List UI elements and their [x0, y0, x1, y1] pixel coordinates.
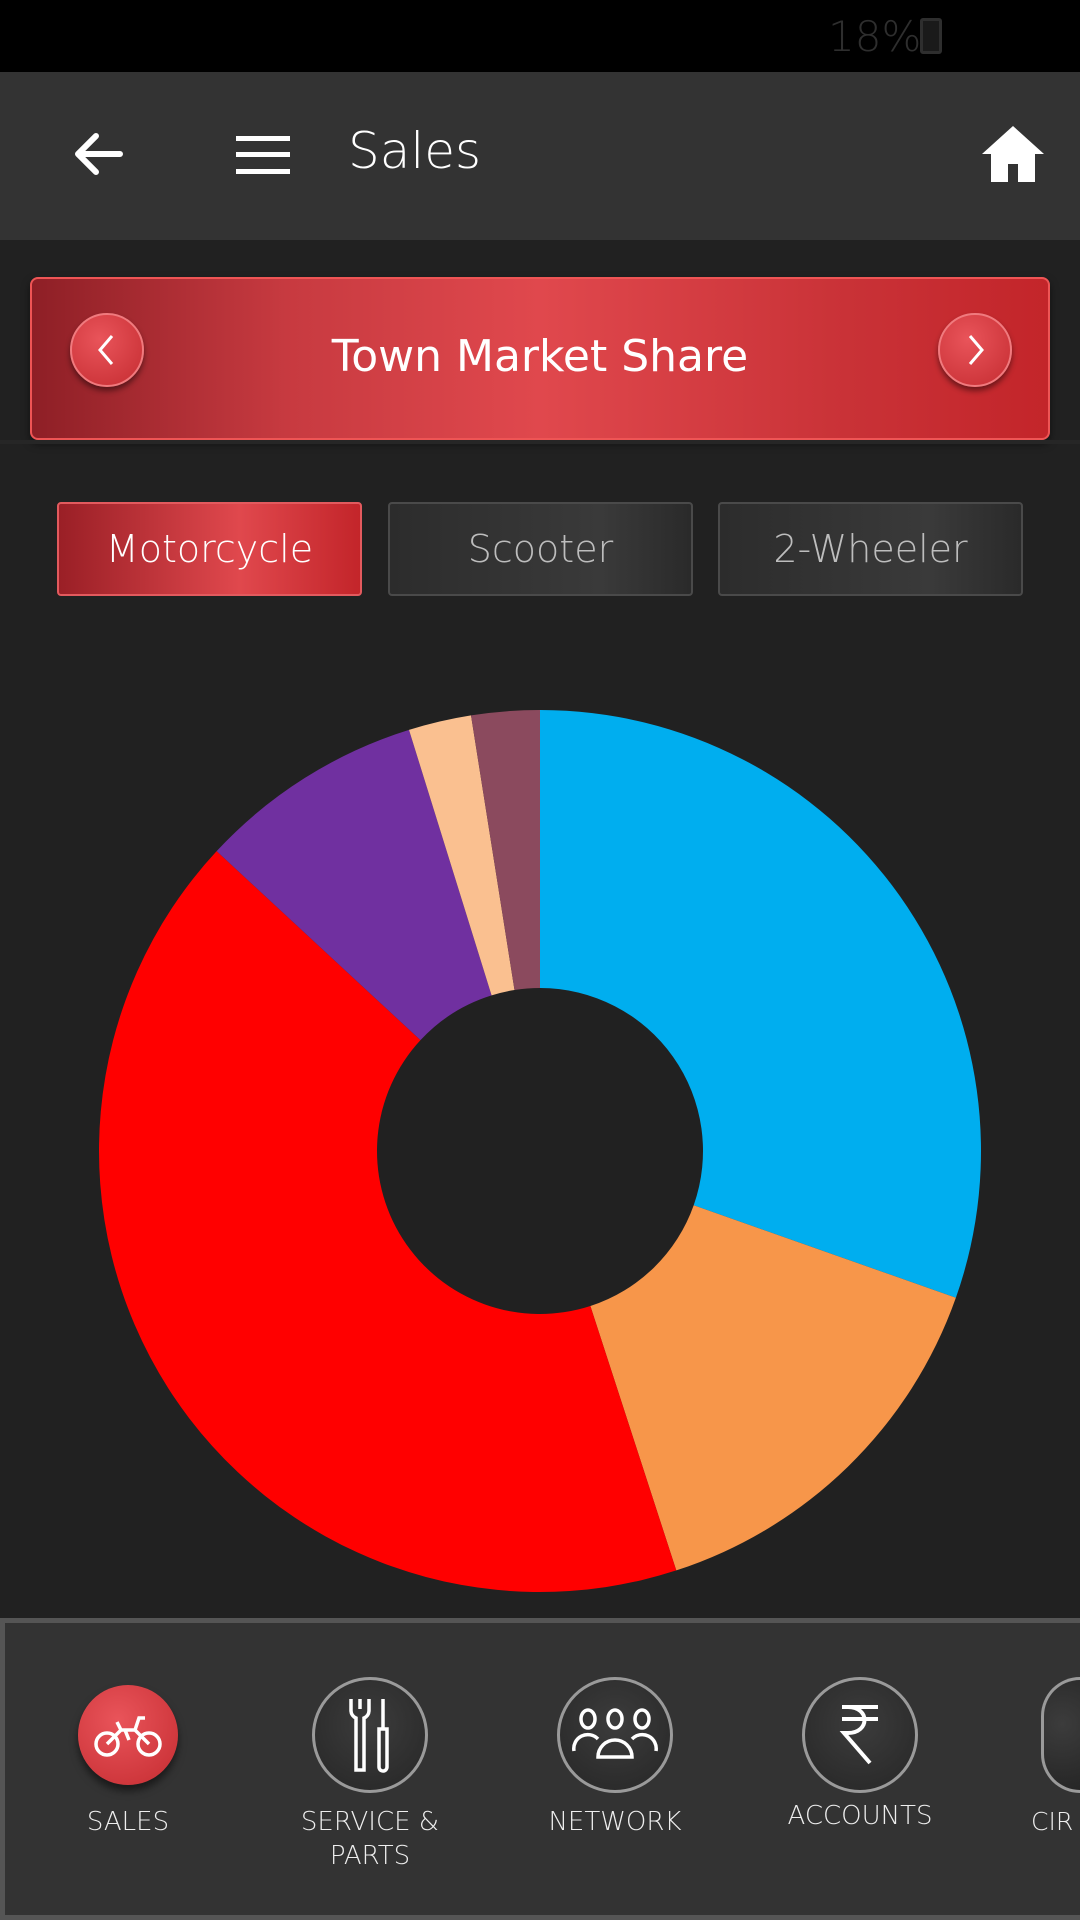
- pie-slice-1: [540, 710, 982, 1298]
- nav-label: SERVICE & PARTS: [300, 1807, 440, 1871]
- tab-motorcycle[interactable]: Motorcycle: [57, 502, 362, 596]
- battery-icon: [920, 18, 942, 54]
- app-bar: Sales: [0, 72, 1080, 240]
- next-chart-button[interactable]: [938, 313, 1012, 387]
- back-arrow-icon[interactable]: [68, 124, 128, 184]
- motorcycle-icon: [78, 1685, 178, 1785]
- status-bar: 18%: [0, 0, 1080, 72]
- nav-label: CIR: [1031, 1807, 1074, 1836]
- nav-label: ACCOUNTS: [787, 1801, 933, 1831]
- chart-title: Town Market Share: [331, 331, 749, 382]
- page-title: Sales: [348, 122, 482, 180]
- nav-label: SALES: [86, 1807, 170, 1837]
- tab-scooter[interactable]: Scooter: [388, 502, 693, 596]
- nav-service-parts[interactable]: SERVICE & PARTS: [250, 1623, 490, 1915]
- document-icon: [1041, 1677, 1080, 1793]
- nav-accounts[interactable]: ACCOUNTS: [740, 1623, 980, 1915]
- chart-title-banner: Town Market Share: [30, 277, 1050, 440]
- bottom-nav: SALES SERVICE & PARTS NETWORK ACCOUNTS C…: [0, 1618, 1080, 1920]
- tab-2-wheeler[interactable]: 2-Wheeler: [718, 502, 1023, 596]
- donut-chart: [98, 710, 982, 1592]
- wrench-screwdriver-icon: [312, 1677, 428, 1793]
- home-icon[interactable]: [980, 124, 1046, 184]
- people-group-icon: [557, 1677, 673, 1793]
- nav-sales[interactable]: SALES: [8, 1623, 248, 1915]
- battery-percent: 18%: [828, 12, 922, 61]
- nav-cir[interactable]: CIR: [1027, 1623, 1080, 1915]
- chevron-right-icon: [968, 335, 984, 365]
- rupee-icon: [802, 1677, 918, 1793]
- divider: [0, 440, 1080, 444]
- nav-network[interactable]: NETWORK: [495, 1623, 735, 1915]
- nav-label: NETWORK: [548, 1807, 682, 1837]
- hamburger-menu-icon[interactable]: [236, 134, 290, 176]
